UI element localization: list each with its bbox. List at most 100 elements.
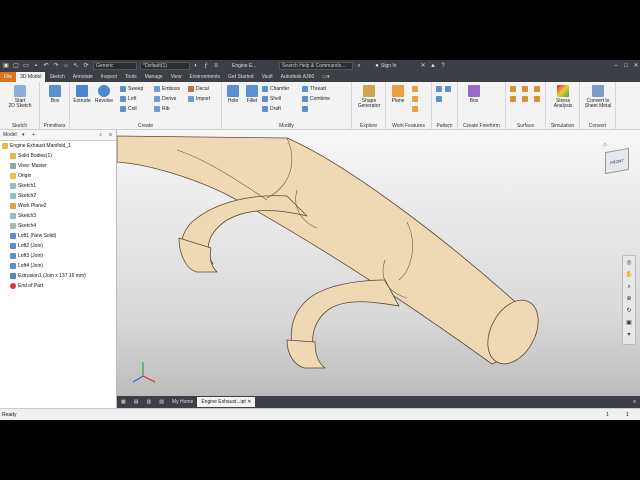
a360-icon[interactable]: ▲ [429,62,437,70]
shell-button[interactable]: Shell [262,95,281,103]
mirror-button[interactable] [436,95,444,103]
tree-node-work-plane2[interactable]: Work Plane2 [0,201,116,211]
steering-wheel-icon[interactable]: ◎ [624,259,634,268]
tree-node-sketch4[interactable]: Sketch4 [0,221,116,231]
fillet-button[interactable]: Fillet [242,85,262,104]
look-at-icon[interactable]: ▣ [624,319,634,328]
browser-search-icon[interactable]: ⌕ [99,130,102,141]
thicken-button[interactable] [510,85,518,93]
tree-node-loft2[interactable]: Loft2 (Join) [0,241,116,251]
tree-node-view[interactable]: View: Master [0,161,116,171]
trim-button[interactable] [522,95,530,103]
tab-tools[interactable]: Tools [121,72,141,82]
tab-view[interactable]: View [167,72,186,82]
app-menu-icon[interactable]: ▣ [2,62,10,70]
axis-button[interactable] [412,85,420,93]
chamfer-button[interactable]: Chamfer [262,85,289,93]
adjust-icon[interactable]: ◐ [192,62,200,70]
decal-button[interactable]: Decal [188,85,209,93]
doc-tab-home[interactable]: My Home [168,397,197,407]
sculpt-button[interactable] [534,85,542,93]
tab-3d-model[interactable]: 3D Model [16,72,46,82]
tab-annotate[interactable]: Annotate [69,72,97,82]
tree-node-part[interactable]: Engine Exhaust Manifold_1 [0,141,116,151]
doc-menu-icon[interactable]: ≡ [629,397,640,407]
emboss-button[interactable]: Emboss [154,85,180,93]
tree-node-loft4[interactable]: Loft4 (Join) [0,261,116,271]
point-button[interactable] [412,95,420,103]
tree-node-sketch3[interactable]: Sketch3 [0,211,116,221]
tab-autodesk-a360[interactable]: Autodesk A360 [277,72,319,82]
start-2d-sketch-button[interactable]: Start 2D Sketch [6,85,34,109]
extend-button[interactable] [534,95,542,103]
appearance-select[interactable]: *Default(1) [140,61,190,70]
browser-menu-icon[interactable]: ▾ [22,130,25,141]
tree-node-end-of-part[interactable]: End of Part [0,281,116,291]
rib-button[interactable]: Rib [154,105,170,113]
browser-add-icon[interactable]: + [32,130,35,141]
open-icon[interactable]: ▭ [22,62,30,70]
circ-pattern-button[interactable] [445,85,453,93]
zoom-icon[interactable]: ⌕ [624,283,634,292]
shape-generator-button[interactable]: Shape Generator [354,85,384,109]
ucs-button[interactable] [412,105,420,113]
sweep-button[interactable]: Sweep [120,85,143,93]
measure-icon[interactable]: ≡ [212,62,220,70]
browser-options-icon[interactable]: ≡ [109,130,112,141]
help-icon[interactable]: ? [439,62,447,70]
derive-button[interactable]: Derive [154,95,176,103]
tree-node-solid-bodies[interactable]: Solid Bodies(1) [0,151,116,161]
patch-button[interactable] [510,95,518,103]
maximize-icon[interactable]: □ [622,62,630,70]
arrange-icon[interactable]: ▧ [155,397,168,407]
redo-icon[interactable]: ↷ [52,62,60,70]
undo-icon[interactable]: ↶ [42,62,50,70]
rect-pattern-button[interactable] [436,85,444,93]
tree-node-extrusion1[interactable]: Extrusion1 (Join x 137.16 mm) [0,271,116,281]
tab-get-started[interactable]: Get Started [224,72,258,82]
graphics-viewport[interactable]: FRONT ⌂ [116,130,640,396]
signin-link[interactable]: Sign In [381,63,417,69]
tab-vault[interactable]: Vault [258,72,277,82]
hole-button[interactable]: Hole [223,85,243,104]
stress-analysis-button[interactable]: Stress Analysis [548,85,578,109]
box-button[interactable]: Box [45,85,65,104]
exchange-icon[interactable]: ✕ [419,62,427,70]
user-icon[interactable]: ● [373,62,381,70]
tab-file[interactable]: File [0,72,17,82]
tree-node-sketch1[interactable]: Sketch1 [0,181,116,191]
tab-manage[interactable]: Manage [141,72,167,82]
tile-icon[interactable]: ▤ [130,397,143,407]
orbit-icon[interactable]: ↻ [624,307,634,316]
thread-button[interactable]: Thread [302,85,326,93]
extrude-button[interactable]: Extrude [72,85,92,104]
material-select[interactable]: Generic [93,61,137,70]
pan-icon[interactable]: ✋ [624,271,634,280]
stitch-button[interactable] [522,85,530,93]
viewcube[interactable]: FRONT [605,147,629,175]
minimize-icon[interactable]: – [612,62,620,70]
tab-close-icon[interactable]: ✕ [247,399,251,405]
save-icon[interactable]: ▪ [32,62,40,70]
plane-button[interactable]: Plane [388,85,408,104]
zoom-window-icon[interactable]: ⊕ [624,295,634,304]
tab-sketch[interactable]: Sketch [45,72,68,82]
coil-button[interactable]: Coil [120,105,137,113]
tab-inspect[interactable]: Inspect [97,72,121,82]
tab-list-icon[interactable]: ▦ [117,397,130,407]
search-input[interactable]: Search Help & Commands... [279,61,353,70]
fx-icon[interactable]: ƒ [202,62,210,70]
tree-node-sketch2[interactable]: Sketch2 [0,191,116,201]
loft-button[interactable]: Loft [120,95,136,103]
doc-tab-engine-exhaust[interactable]: Engine Exhaust...ipt ✕ [197,397,256,407]
combine-button[interactable]: Combine [302,95,330,103]
convert-sheet-metal-button[interactable]: Convert to Sheet Metal [582,85,614,109]
close-icon[interactable]: ✕ [632,62,640,70]
new-icon[interactable]: ▢ [12,62,20,70]
home-icon[interactable]: ⌂ [62,62,70,70]
viewcube-home-icon[interactable]: ⌂ [603,142,607,148]
tree-node-loft3[interactable]: Loft3 (Join) [0,251,116,261]
nav-options-icon[interactable]: ▾ [624,331,634,340]
draft-button[interactable]: Draft [262,105,281,113]
tab-overflow-icon[interactable]: ▭▾ [318,72,333,82]
